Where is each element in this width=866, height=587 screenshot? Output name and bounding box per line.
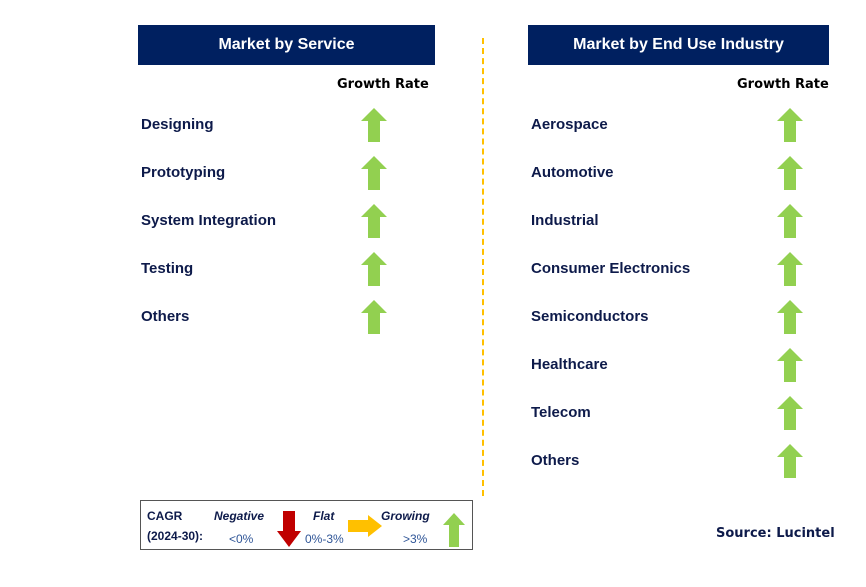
segment-label: Others [141, 308, 190, 325]
legend-negative-label: Negative [214, 509, 265, 523]
legend-negative-range: <0% [229, 532, 254, 546]
segment-label: System Integration [141, 212, 277, 229]
left-panel-title: Market by Service [138, 25, 435, 65]
growth-up-arrow-icon [361, 156, 387, 190]
legend-growing-range: >3% [403, 532, 428, 546]
growth-up-arrow-icon [777, 396, 803, 430]
growth-up-arrow-icon [777, 204, 803, 238]
left-growth-rate-header: Growth Rate [337, 77, 429, 92]
down-arrow-icon [277, 511, 301, 547]
right-arrow-icon [348, 515, 382, 537]
growth-up-arrow-icon [777, 252, 803, 286]
legend-cagr-label: CAGR [147, 509, 183, 523]
right-panel-title: Market by End Use Industry [528, 25, 829, 65]
legend-growing-label: Growing [381, 509, 430, 523]
segment-label: Prototyping [141, 164, 226, 181]
growth-up-arrow-icon [361, 300, 387, 334]
segment-label: Industrial [531, 212, 599, 229]
legend-flat-label: Flat [313, 509, 335, 523]
legend-flat-range: 0%-3% [305, 532, 344, 546]
segment-label: Designing [141, 116, 214, 133]
segment-label: Semiconductors [531, 308, 649, 325]
segment-label: Telecom [531, 404, 591, 421]
right-growth-rate-header: Growth Rate [737, 77, 829, 92]
growth-up-arrow-icon [361, 252, 387, 286]
growth-up-arrow-icon [361, 108, 387, 142]
growth-up-arrow-icon [777, 156, 803, 190]
segment-label: Automotive [531, 164, 614, 181]
growth-up-arrow-icon [777, 300, 803, 334]
panel-divider [482, 38, 484, 496]
segment-label: Aerospace [531, 116, 608, 133]
segment-label: Consumer Electronics [531, 260, 691, 277]
legend-period: (2024-30): [147, 529, 204, 543]
cagr-legend: CAGR (2024-30): Negative <0% Flat 0%-3% … [140, 500, 473, 550]
segment-label: Healthcare [531, 356, 608, 373]
growth-up-arrow-icon [361, 204, 387, 238]
segment-label: Others [531, 452, 580, 469]
source-label: Source: Lucintel [716, 526, 835, 541]
segment-label: Testing [141, 260, 194, 277]
up-arrow-icon [443, 513, 465, 547]
growth-up-arrow-icon [777, 108, 803, 142]
growth-up-arrow-icon [777, 348, 803, 382]
growth-up-arrow-icon [777, 444, 803, 478]
